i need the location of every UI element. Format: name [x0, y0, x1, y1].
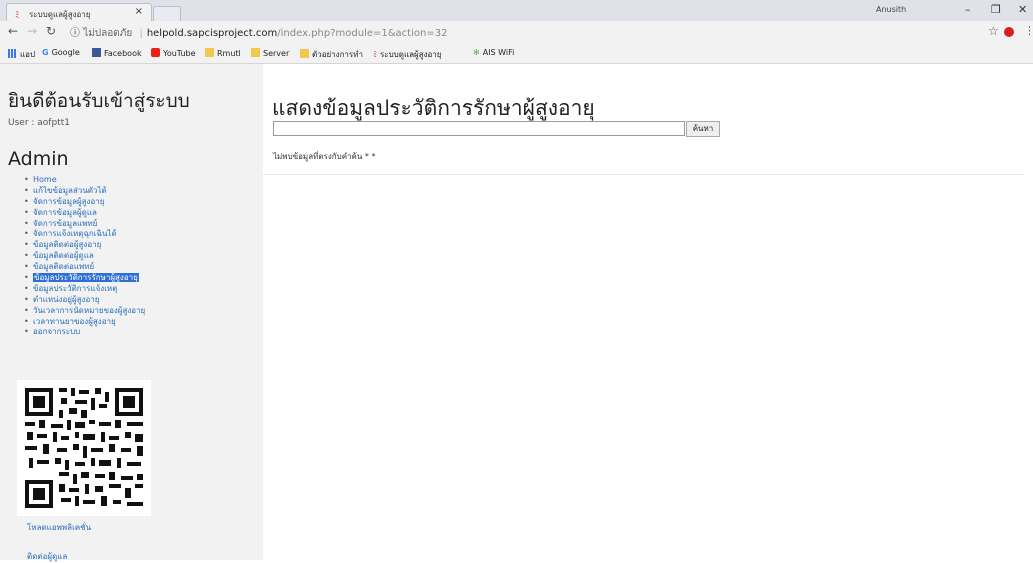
sidebar-item-treatment-history[interactable]: ข้อมูลประวัติการรักษาผู้สูงอายุ [24, 273, 145, 284]
page-content: ยินดีต้อนรับเข้าสู่ระบบ User : aofptt1 A… [0, 64, 1033, 563]
maximize-icon[interactable]: ❐ [991, 3, 1001, 16]
divider [263, 174, 1024, 175]
bookmark-ais-wifi[interactable]: ✻ AIS WiFi [473, 48, 514, 57]
sidebar-item-manage-doctors[interactable]: จัดการข้อมูลแพทย์ [24, 219, 145, 230]
close-window-icon[interactable]: ✕ [1018, 3, 1027, 16]
sidebar-item-edit-profile[interactable]: แก้ไขข้อมูลส่วนตัวได้ [24, 186, 145, 197]
url-host: helpold.sapcisproject.com [146, 28, 278, 39]
address-bar[interactable]: ⓘ ไม่ปลอดภัย | helpold.sapcisproject.com/… [70, 24, 970, 40]
apps-grid-icon [8, 49, 17, 58]
arrow-right-icon[interactable]: → [27, 24, 37, 38]
tab-title: ระบบดูแลผู้สูงอายุ [29, 10, 91, 19]
folder-icon [205, 48, 214, 57]
sidebar-item-manage-emergency[interactable]: จัดการแจ้งเหตุฉุกเฉินได้ [24, 229, 145, 240]
bookmarks-bar: แอป G Google Facebook YouTube Rmutl Serve… [0, 43, 1033, 64]
profile-name[interactable]: Anusith [876, 5, 906, 14]
welcome-title: ยินดีต้อนรับเข้าสู่ระบบ [8, 90, 190, 112]
bookmark-examples[interactable]: ตัวอย่างการทำ [300, 48, 363, 61]
adblock-icon[interactable] [1004, 27, 1014, 37]
reload-icon[interactable]: ↻ [46, 24, 56, 38]
star-icon[interactable]: ☆ [988, 24, 999, 38]
sidebar-item-incident-history[interactable]: ข้อมูลประวัติการแจ้งเหตุ [24, 284, 145, 295]
sidebar-item-home[interactable]: Home [24, 175, 145, 186]
search-input[interactable] [273, 121, 685, 136]
bookmark-facebook[interactable]: Facebook [92, 48, 142, 58]
sidebar-item-elderly-contacts[interactable]: ข้อมูลติดต่อผู้สูงอายุ [24, 240, 145, 251]
sidebar: ยินดีต้อนรับเข้าสู่ระบบ User : aofptt1 A… [0, 64, 263, 563]
bookmark-apps[interactable]: แอป [8, 48, 35, 61]
bookmark-rmutl[interactable]: Rmutl [205, 48, 241, 58]
role-title: Admin [8, 148, 69, 170]
sidebar-item-logout[interactable]: ออกจากระบบ [24, 327, 145, 338]
sidebar-item-manage-caregivers[interactable]: จัดการข้อมูลผู้ดูแล [24, 208, 145, 219]
wifi-icon: ✻ [473, 48, 480, 57]
folder-icon [300, 49, 309, 58]
qr-code-image [17, 380, 151, 516]
facebook-icon [92, 48, 101, 57]
bookmark-elderly-care[interactable]: ﾐระบบดูแลผู้สูงอายุ [373, 48, 441, 61]
security-label: ไม่ปลอดภัย [83, 28, 133, 39]
sidebar-item-elderly-location[interactable]: ตำแหน่งอยู่ผู้สูงอายุ [24, 295, 145, 306]
download-app-link[interactable]: โหลดแอพพลิเคชั่น [27, 521, 91, 534]
contact-link[interactable]: ติดต่อผู้ดูแล [27, 550, 67, 563]
google-icon: G [42, 48, 49, 57]
no-results-message: ไม่พบข้อมูลที่ตรงกับคำค้น * * [273, 152, 376, 161]
sidebar-item-appointments[interactable]: วันเวลาการนัดหมายของผู้สูงอายุ [24, 306, 145, 317]
sidebar-item-caregiver-contacts[interactable]: ข้อมูลติดต่อผู้ดูแล [24, 251, 145, 262]
sidebar-item-manage-elderly[interactable]: จัดการข้อมูลผู้สูงอายุ [24, 197, 145, 208]
site-favicon-icon: ﾐ [15, 11, 20, 21]
bookmark-server[interactable]: Server [251, 48, 289, 58]
bookmark-google[interactable]: G Google [42, 48, 80, 57]
user-label: User : aofptt1 [8, 118, 70, 128]
folder-icon [251, 48, 260, 57]
site-favicon-icon: ﾐ [373, 50, 377, 59]
youtube-icon [151, 48, 160, 57]
browser-tab-strip: ﾐ ระบบดูแลผู้สูงอายุ × Anusith – ❐ ✕ [0, 0, 1033, 22]
minimize-icon[interactable]: – [965, 3, 971, 16]
browser-toolbar: ← → ↻ ⓘ ไม่ปลอดภัย | helpold.sapcisprojec… [0, 21, 1033, 43]
sidebar-item-medication-times[interactable]: เวลาทานยาของผู้สูงอายุ [24, 317, 145, 328]
sidebar-menu: Home แก้ไขข้อมูลส่วนตัวได้ จัดการข้อมูลผ… [24, 175, 145, 338]
new-tab-button[interactable] [153, 6, 181, 22]
url-path: /index.php?module=1&action=32 [277, 28, 448, 39]
qr-code [17, 380, 151, 516]
browser-tab[interactable]: ﾐ ระบบดูแลผู้สูงอายุ × [6, 3, 152, 21]
info-icon[interactable]: ⓘ [70, 28, 80, 39]
sidebar-item-doctor-contacts[interactable]: ข้อมูลติดต่อแพทย์ [24, 262, 145, 273]
kebab-menu-icon[interactable]: ⋮ [1024, 24, 1033, 37]
address-separator: | [139, 28, 143, 39]
bookmark-youtube[interactable]: YouTube [151, 48, 196, 58]
close-tab-icon[interactable]: × [135, 6, 143, 17]
arrow-left-icon[interactable]: ← [8, 24, 18, 38]
search-button[interactable]: ค้นหา [686, 121, 720, 137]
